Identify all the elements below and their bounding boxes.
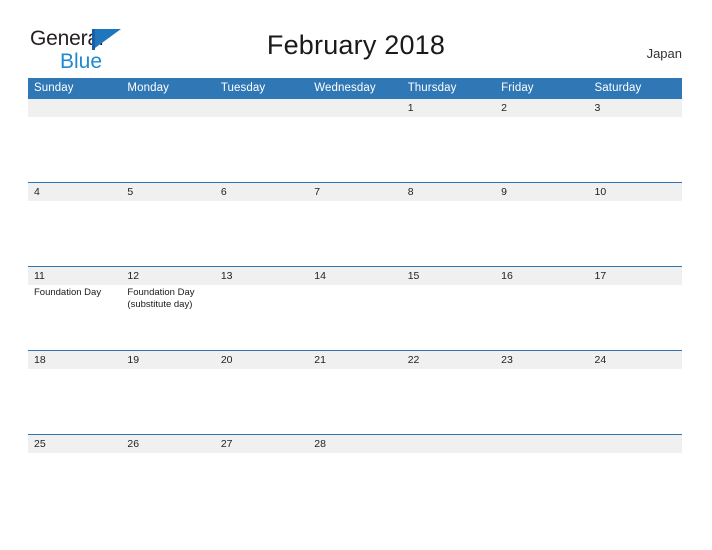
day-cell-number[interactable] bbox=[214, 99, 309, 117]
day-cell-events[interactable] bbox=[214, 117, 309, 183]
day-cell-number[interactable]: 19 bbox=[121, 350, 215, 369]
day-cell-events[interactable]: Foundation Day bbox=[28, 285, 122, 351]
day-cell-events[interactable] bbox=[588, 285, 682, 351]
day-cell-events[interactable] bbox=[214, 285, 309, 351]
day-cell-events[interactable] bbox=[401, 117, 496, 183]
day-cell-events[interactable] bbox=[308, 369, 402, 435]
day-cell-number[interactable]: 13 bbox=[214, 266, 309, 285]
calendar-header-row: Sunday Monday Tuesday Wednesday Thursday… bbox=[28, 78, 682, 99]
week-1-date-row: 1 2 3 bbox=[28, 99, 682, 117]
day-cell-events[interactable] bbox=[28, 117, 122, 183]
day-cell-events[interactable] bbox=[401, 285, 496, 351]
day-cell-events[interactable] bbox=[121, 453, 215, 518]
day-cell-events[interactable] bbox=[214, 201, 309, 267]
day-cell-events[interactable] bbox=[401, 369, 496, 435]
week-5-date-row: 25 26 27 28 bbox=[28, 434, 682, 453]
day-cell-events[interactable] bbox=[308, 201, 402, 267]
day-cell-events[interactable] bbox=[401, 201, 496, 267]
calendar-grid: Sunday Monday Tuesday Wednesday Thursday… bbox=[28, 78, 682, 518]
week-3-event-row: Foundation Day Foundation Day (substitut… bbox=[28, 285, 682, 351]
page-header: General Blue February 2018 Japan bbox=[0, 0, 712, 72]
day-cell-events[interactable] bbox=[495, 453, 589, 518]
day-cell-number[interactable] bbox=[28, 99, 122, 117]
day-cell-number[interactable]: 11 bbox=[28, 266, 122, 285]
week-4-event-row bbox=[28, 369, 682, 435]
week-5-event-row bbox=[28, 453, 682, 518]
day-cell-number[interactable]: 18 bbox=[28, 350, 122, 369]
day-cell-events[interactable] bbox=[495, 117, 589, 183]
day-cell-events[interactable] bbox=[121, 117, 215, 183]
day-cell-number[interactable]: 9 bbox=[495, 182, 589, 201]
day-cell-number[interactable]: 28 bbox=[308, 434, 402, 453]
page-title: February 2018 bbox=[266, 30, 446, 60]
day-cell-events[interactable] bbox=[28, 369, 122, 435]
day-cell-number[interactable]: 4 bbox=[28, 182, 122, 201]
day-cell-events[interactable] bbox=[308, 453, 402, 518]
weekday-header-saturday: Saturday bbox=[588, 78, 682, 99]
day-cell-events[interactable] bbox=[588, 117, 682, 183]
day-cell-events[interactable] bbox=[495, 369, 589, 435]
day-cell-number[interactable]: 16 bbox=[495, 266, 589, 285]
week-1-event-row bbox=[28, 117, 682, 183]
event-text: Foundation Day (substitute day) bbox=[127, 287, 195, 310]
day-cell-number[interactable]: 2 bbox=[495, 99, 589, 117]
weekday-header-monday: Monday bbox=[121, 78, 215, 99]
day-cell-events[interactable] bbox=[495, 285, 589, 351]
day-cell-number[interactable] bbox=[401, 434, 496, 453]
day-cell-number[interactable] bbox=[308, 99, 402, 117]
day-cell-number[interactable]: 17 bbox=[588, 266, 682, 285]
calendar-body: 1 2 3 4 5 6 7 8 9 10 11 12 13 14 15 16 1… bbox=[28, 99, 682, 518]
day-cell-number[interactable]: 21 bbox=[308, 350, 402, 369]
day-cell-number[interactable]: 3 bbox=[588, 99, 682, 117]
day-cell-events[interactable] bbox=[495, 201, 589, 267]
day-cell-number[interactable]: 25 bbox=[28, 434, 122, 453]
day-cell-events[interactable] bbox=[28, 453, 122, 518]
day-cell-number[interactable]: 27 bbox=[214, 434, 309, 453]
week-2-event-row bbox=[28, 201, 682, 267]
day-cell-events[interactable] bbox=[588, 201, 682, 267]
event-text: Foundation Day bbox=[34, 287, 102, 298]
day-cell-number[interactable]: 12 bbox=[121, 266, 215, 285]
day-cell-events[interactable] bbox=[121, 369, 215, 435]
day-cell-events[interactable] bbox=[308, 285, 402, 351]
day-cell-number[interactable] bbox=[495, 434, 589, 453]
day-cell-events[interactable] bbox=[401, 453, 496, 518]
day-cell-events[interactable] bbox=[588, 453, 682, 518]
week-3-date-row: 11 12 13 14 15 16 17 bbox=[28, 266, 682, 285]
week-2-date-row: 4 5 6 7 8 9 10 bbox=[28, 182, 682, 201]
day-cell-number[interactable] bbox=[121, 99, 215, 117]
day-cell-number[interactable]: 22 bbox=[401, 350, 496, 369]
weekday-header-wednesday: Wednesday bbox=[308, 78, 402, 99]
day-cell-number[interactable]: 5 bbox=[121, 182, 215, 201]
day-cell-number[interactable]: 10 bbox=[588, 182, 682, 201]
day-cell-number[interactable]: 23 bbox=[495, 350, 589, 369]
day-cell-number[interactable]: 24 bbox=[588, 350, 682, 369]
day-cell-number[interactable]: 6 bbox=[214, 182, 309, 201]
calendar-table: Sunday Monday Tuesday Wednesday Thursday… bbox=[28, 78, 682, 518]
weekday-header-friday: Friday bbox=[495, 78, 589, 99]
day-cell-events[interactable] bbox=[214, 453, 309, 518]
day-cell-number[interactable]: 15 bbox=[401, 266, 496, 285]
day-cell-events[interactable] bbox=[28, 201, 122, 267]
day-cell-number[interactable]: 26 bbox=[121, 434, 215, 453]
week-4-date-row: 18 19 20 21 22 23 24 bbox=[28, 350, 682, 369]
day-cell-events[interactable] bbox=[121, 201, 215, 267]
day-cell-number[interactable]: 14 bbox=[308, 266, 402, 285]
day-cell-number[interactable]: 20 bbox=[214, 350, 309, 369]
calendar-page: General Blue February 2018 Japan Sunday … bbox=[0, 0, 712, 550]
day-cell-number[interactable]: 7 bbox=[308, 182, 402, 201]
day-cell-events[interactable]: Foundation Day (substitute day) bbox=[121, 285, 215, 351]
day-cell-events[interactable] bbox=[308, 117, 402, 183]
day-cell-number[interactable]: 8 bbox=[401, 182, 496, 201]
country-label: Japan bbox=[646, 46, 682, 61]
day-cell-events[interactable] bbox=[214, 369, 309, 435]
weekday-header-thursday: Thursday bbox=[401, 78, 496, 99]
day-cell-number[interactable] bbox=[588, 434, 682, 453]
day-cell-number[interactable]: 1 bbox=[401, 99, 496, 117]
weekday-header-sunday: Sunday bbox=[28, 78, 122, 99]
weekday-header-tuesday: Tuesday bbox=[214, 78, 309, 99]
day-cell-events[interactable] bbox=[588, 369, 682, 435]
